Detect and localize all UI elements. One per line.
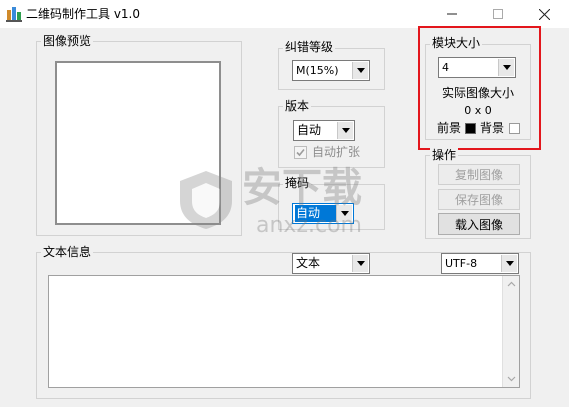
text-type-value: 文本 [296,256,321,270]
chevron-down-icon [337,122,353,139]
version-label: 版本 [283,99,312,113]
copy-image-button[interactable]: 复制图像 [438,164,520,185]
maximize-icon [493,9,503,19]
save-image-button[interactable]: 保存图像 [438,189,520,210]
watermark: 安下载 anxz.com [176,165,406,245]
encoding-select[interactable]: UTF-8 [441,253,519,274]
operations-label: 操作 [430,148,459,162]
encoding-value: UTF-8 [445,257,478,270]
minimize-icon [447,13,457,15]
text-info-label: 文本信息 [41,245,94,259]
ec-level-label: 纠错等级 [283,40,336,54]
image-preview-label: 图像预览 [41,34,94,48]
shield-icon [180,171,232,229]
close-icon [538,8,550,20]
text-type-select[interactable]: 文本 [292,253,370,274]
text-content-area[interactable] [48,275,520,388]
load-image-button[interactable]: 载入图像 [438,213,520,235]
chevron-down-icon [352,62,368,79]
maximize-button[interactable] [475,0,521,28]
chevron-down-icon [501,255,517,272]
close-button[interactable] [521,0,567,28]
scroll-down-icon [507,376,516,382]
checkmark-icon [296,148,305,157]
version-value: 自动 [297,123,322,137]
ec-level-select[interactable]: M(15%) [292,60,370,81]
ec-level-value: M(15%) [296,64,339,77]
title-bar: 二维码制作工具 v1.0 [0,0,569,28]
minimize-button[interactable] [429,0,475,28]
auto-expand-label: 自动扩张 [312,145,361,159]
auto-expand-checkbox[interactable] [294,146,307,159]
highlight-box [418,26,541,150]
scroll-up-icon [507,281,516,287]
chevron-down-icon [352,255,368,272]
watermark-domain: anxz.com [256,213,362,238]
text-scrollbar[interactable] [502,276,519,387]
text-content [49,276,501,387]
version-select[interactable]: 自动 [293,120,355,141]
watermark-brand: 安下载 [242,165,362,211]
app-icon [6,6,22,22]
window-title: 二维码制作工具 v1.0 [26,7,141,21]
